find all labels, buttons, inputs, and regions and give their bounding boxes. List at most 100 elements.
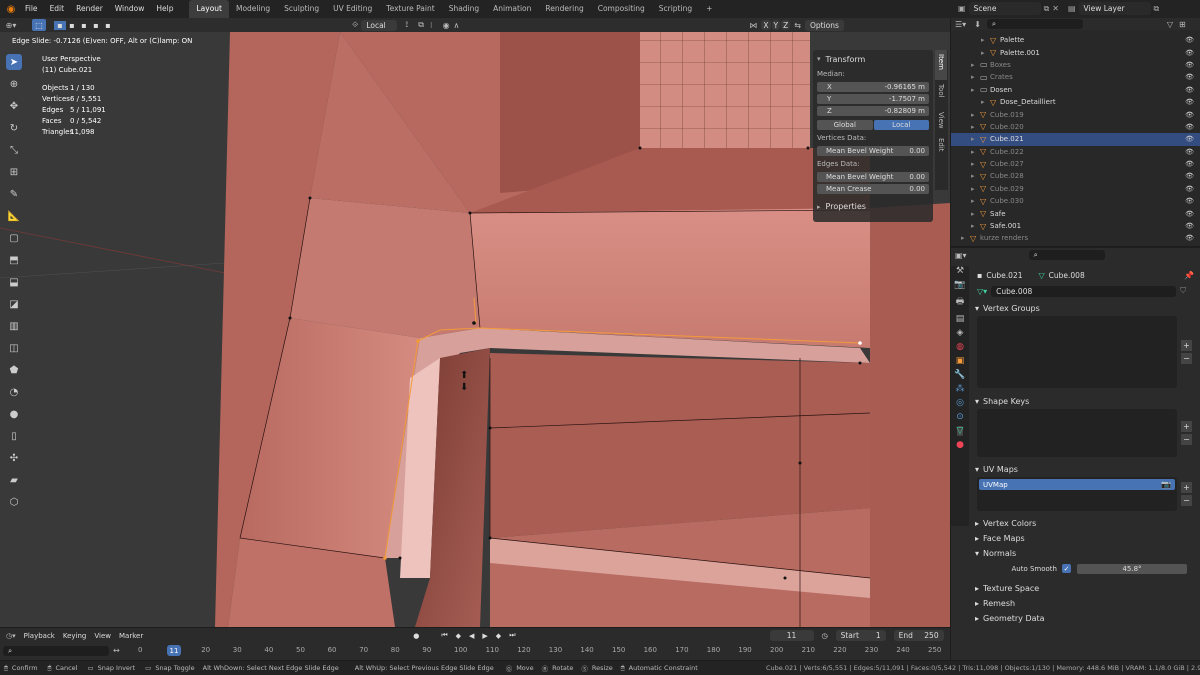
timeline-type-icon[interactable]: ◷▾ (6, 632, 16, 640)
marker-menu[interactable]: Marker (119, 632, 143, 640)
tab-uv-editing[interactable]: UV Editing (326, 0, 379, 18)
transform-panel-title[interactable]: Transform (826, 55, 866, 64)
expand-arrow-icon[interactable]: ▸ (981, 49, 990, 57)
view-layer-field[interactable]: View Layer (1078, 2, 1151, 15)
add-workspace-icon[interactable]: + (699, 0, 719, 18)
select-box-icon[interactable]: ⬚ (32, 19, 46, 31)
menu-window[interactable]: Window (109, 0, 151, 18)
move-tool-icon[interactable]: ✥ (6, 98, 22, 114)
tab-compositing[interactable]: Compositing (591, 0, 652, 18)
particles-tab-icon[interactable]: ⁂ (956, 384, 965, 394)
visibility-eye-icon[interactable]: 👁 (1185, 222, 1194, 230)
texture-space-section[interactable]: ▸ Texture Space (971, 581, 1200, 596)
face-maps-section[interactable]: ▸ Face Maps (971, 531, 1200, 546)
vertex-colors-section[interactable]: ▸ Vertex Colors (971, 516, 1200, 531)
properties-panel-title[interactable]: Properties (826, 202, 866, 211)
playback-menu[interactable]: Playback (24, 632, 55, 640)
expand-arrow-icon[interactable]: ▸ (971, 172, 980, 180)
chevron-down-icon[interactable]: ▾ (817, 55, 821, 63)
properties-type-icon[interactable]: ▣▾ (955, 251, 967, 260)
visibility-eye-icon[interactable]: 👁 (1185, 111, 1194, 119)
select-mode-invert-icon[interactable]: ▪ (90, 21, 102, 30)
axis-y-button[interactable]: Y (771, 20, 781, 30)
expand-arrow-icon[interactable]: ▸ (971, 160, 980, 168)
visibility-eye-icon[interactable]: 👁 (1185, 234, 1194, 242)
visibility-eye-icon[interactable]: 👁 (1185, 98, 1194, 106)
physics-tab-icon[interactable]: ◎ (956, 398, 964, 408)
outliner-item[interactable]: ▸ ▽ Cube.029 👁 (951, 183, 1200, 195)
record-icon[interactable]: ● (413, 632, 419, 640)
outliner-item[interactable]: ▸ ▽ Safe 👁 (951, 207, 1200, 219)
copy-scene-icon[interactable]: ⧉ (1044, 4, 1050, 14)
view-layer-icon[interactable]: ▤ (1068, 4, 1076, 13)
select-tool-icon[interactable]: ➤ (6, 54, 22, 70)
auto-smooth-checkbox[interactable]: ✓ (1062, 564, 1071, 573)
geometry-data-section[interactable]: ▸ Geometry Data (971, 611, 1200, 626)
visibility-eye-icon[interactable]: 👁 (1185, 61, 1194, 69)
axis-z-button[interactable]: Z (781, 20, 791, 30)
scale-tool-icon[interactable]: ⤡ (6, 142, 22, 158)
transform-orientation-select[interactable]: Local (361, 19, 398, 31)
tab-tool[interactable]: Tool (935, 80, 947, 108)
expand-arrow-icon[interactable]: ▸ (971, 111, 980, 119)
outliner-item[interactable]: ▸ ▽ Cube.030 👁 (951, 195, 1200, 207)
tab-edit[interactable]: Edit (935, 134, 947, 158)
expand-arrow-icon[interactable]: ▸ (961, 234, 970, 242)
visibility-eye-icon[interactable]: 👁 (1185, 210, 1194, 218)
tab-rendering[interactable]: Rendering (538, 0, 590, 18)
swap-icon[interactable]: ↔ (113, 646, 120, 655)
visibility-eye-icon[interactable]: 👁 (1185, 123, 1194, 131)
modifier-tab-icon[interactable]: 🔧 (954, 370, 965, 380)
extrude-tool-icon[interactable]: ⬒ (6, 252, 22, 268)
data-tab-icon[interactable]: ▽ (956, 426, 964, 436)
tab-texture-paint[interactable]: Texture Paint (379, 0, 441, 18)
outliner-item[interactable]: ▸ ▽ Palette.001 👁 (951, 46, 1200, 58)
outliner-item[interactable]: ▸ ▽ Safe.001 👁 (951, 220, 1200, 232)
options-icon[interactable]: ⇆ (794, 21, 801, 30)
view-layer-tab-icon[interactable]: ▤ (956, 314, 965, 324)
outliner-item[interactable]: ▸ ▽ Cube.021 👁 (951, 133, 1200, 146)
properties-search-input[interactable]: ⌕ (1028, 250, 1105, 260)
expand-arrow-icon[interactable]: ▸ (971, 73, 980, 81)
vertex-bevel-weight-field[interactable]: Mean Bevel Weight 0.00 (817, 146, 929, 156)
funnel-icon[interactable]: ▽ (1167, 20, 1173, 29)
visibility-eye-icon[interactable]: 👁 (1185, 172, 1194, 180)
keying-menu[interactable]: Keying (63, 632, 87, 640)
menu-render[interactable]: Render (70, 0, 109, 18)
expand-arrow-icon[interactable]: ▸ (971, 197, 980, 205)
play-reverse-icon[interactable]: ◀ (469, 632, 474, 640)
options-dropdown[interactable]: Options (804, 19, 844, 31)
select-mode-subtract-icon[interactable]: ▪ (78, 21, 90, 30)
timeline-search-input[interactable]: ⌕ (3, 645, 109, 656)
delete-scene-icon[interactable]: ✕ (1052, 4, 1059, 13)
remove-icon[interactable]: − (1181, 495, 1192, 506)
tab-modeling[interactable]: Modeling (229, 0, 277, 18)
outliner-item[interactable]: ▸ ▽ Cube.028 👁 (951, 170, 1200, 182)
visibility-eye-icon[interactable]: 👁 (1185, 73, 1194, 81)
median-y-field[interactable]: Y -1.7507 m (817, 94, 929, 104)
expand-arrow-icon[interactable]: ▸ (971, 123, 980, 131)
pin-icon[interactable]: 📌 (1184, 271, 1194, 280)
expand-arrow-icon[interactable]: ▸ (971, 86, 980, 94)
shrink-tool-icon[interactable]: ✣ (6, 450, 22, 466)
blender-logo-icon[interactable]: ◉ (3, 4, 19, 15)
expand-arrow-icon[interactable]: ▸ (981, 36, 990, 44)
visibility-eye-icon[interactable]: 👁 (1185, 49, 1194, 57)
prev-keyframe-icon[interactable]: ◆ (456, 632, 461, 640)
outliner-item[interactable]: ▸ ▽ Cube.022 👁 (951, 146, 1200, 158)
uv-maps-section[interactable]: ▾ UV Maps (971, 462, 1200, 477)
remove-icon[interactable]: − (1181, 434, 1192, 445)
select-mode-new-icon[interactable]: ▪ (54, 20, 66, 30)
transform-tool-icon[interactable]: ⊞ (6, 164, 22, 180)
editor-type-icon[interactable]: ⊕▾ (0, 21, 22, 30)
knife-tool-icon[interactable]: ◫ (6, 340, 22, 356)
filter-icon[interactable]: ⬇ (974, 20, 981, 29)
outliner-search-input[interactable]: ⌕ (986, 19, 1083, 29)
visibility-eye-icon[interactable]: 👁 (1185, 36, 1194, 44)
view-menu[interactable]: View (94, 632, 111, 640)
material-tab-icon[interactable]: ● (956, 440, 964, 450)
select-mode-extend-icon[interactable]: ▪ (66, 21, 78, 30)
expand-arrow-icon[interactable]: ▸ (971, 135, 980, 143)
axis-x-button[interactable]: X (761, 20, 771, 30)
menu-edit[interactable]: Edit (44, 0, 71, 18)
